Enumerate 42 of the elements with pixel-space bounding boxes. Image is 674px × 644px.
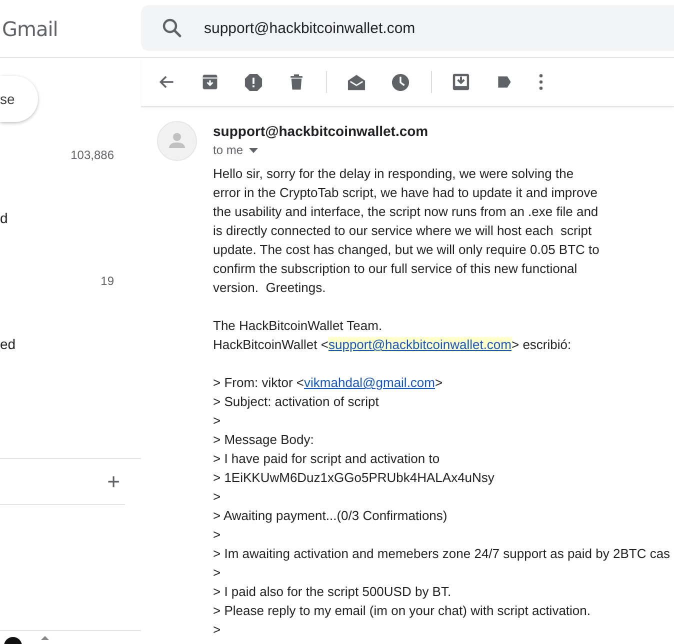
sidebar-item[interactable]: d (0, 210, 8, 226)
signature-line: The HackBitcoinWallet Team. (213, 317, 384, 335)
compose-button[interactable]: se (0, 76, 38, 122)
email-link[interactable]: vikmahdal@gmail.com (304, 375, 435, 390)
message-paragraph: Hello sir, sorry for the delay in responding, we were solving the error in the CryptoTab script, we have had to update it and improve the usability and interface, the script now runs from an .exe file and is directly connected to our service where we will host each script update. The cost has changed, but we will only require 0.05 BTC to confirm the subscription to our full service of this new functional version. Greetings. (213, 165, 600, 297)
dropdown-caret-icon[interactable] (249, 148, 258, 152)
move-to-icon[interactable] (452, 73, 470, 91)
item-count: 103,886 (70, 148, 114, 162)
avatar-icon[interactable] (3, 636, 23, 644)
sender-address: support@hackbitcoinwallet.com (213, 122, 430, 140)
more-icon[interactable] (539, 73, 543, 91)
search-field[interactable]: support@hackbitcoinwallet.com (141, 5, 674, 51)
quote-line: > (213, 526, 222, 544)
quote-line: > (213, 488, 222, 506)
spam-icon[interactable] (244, 72, 263, 92)
hangouts-icon[interactable] (41, 636, 49, 640)
email-link[interactable]: support@hackbitcoinwallet.com (328, 337, 512, 352)
sidebar-item[interactable]: ed (0, 336, 16, 352)
quote-line: > From: viktor <vikmahdal@gmail.com> (213, 374, 444, 392)
back-arrow-icon[interactable] (158, 73, 176, 91)
item-count: 19 (100, 274, 114, 288)
archive-icon[interactable] (201, 73, 219, 91)
add-label-icon[interactable]: + (107, 470, 120, 492)
quote-line: > Awaiting payment...(0/3 Confirmations) (213, 507, 448, 525)
attribution-line: HackBitcoinWallet <support@hackbitcoinwallet.com> escribió: (213, 336, 572, 354)
quote-line: > (213, 564, 222, 582)
quote-line: > Subject: activation of script (213, 393, 380, 411)
quote-line: > Message Body: (213, 431, 315, 449)
envelope-icon[interactable] (347, 72, 366, 92)
quote-line: > Please reply to my email (im on your chat) with script activation. (213, 602, 592, 620)
trash-icon[interactable] (288, 73, 305, 91)
quote-line: > I paid also for the script 500USD by BT. (213, 583, 452, 601)
app-name: Gmail (2, 16, 58, 40)
clock-icon[interactable] (391, 72, 410, 92)
quote-line: > (213, 412, 222, 430)
quote-line: > 1EiKKUwM6Duz1xGGo5PRUbk4HALAx4uNsy (213, 469, 496, 487)
quote-line: > Im awaiting activation and memebers zone 24/7 support as paid by 2BTC cas (213, 545, 670, 563)
sender-avatar-icon (157, 121, 197, 161)
quote-line: > I have paid for script and activation to (213, 450, 441, 468)
quote-line: > (213, 621, 222, 639)
search-icon[interactable] (160, 16, 184, 40)
recipient-label: to me (213, 143, 244, 157)
